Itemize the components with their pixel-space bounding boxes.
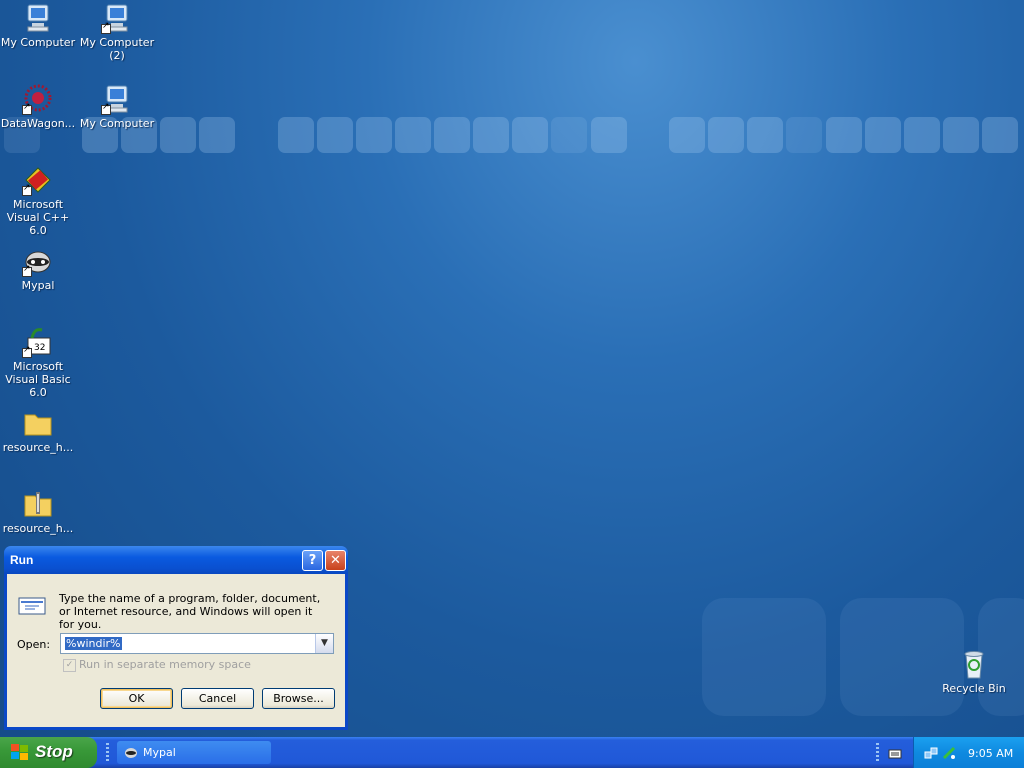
chevron-down-icon[interactable]: ▼ (315, 634, 333, 653)
desktop-icon-mypal[interactable]: Mypal (0, 245, 76, 292)
desktop-icon-label: My Computer (79, 117, 155, 130)
dialog-title-bar[interactable]: Run ? ✕ (4, 546, 348, 574)
checkbox-label: Run in separate memory space (79, 658, 251, 671)
desktop-icon-label: Microsoft Visual C++ 6.0 (6, 198, 70, 237)
shortcut-arrow-icon (101, 21, 111, 34)
taskbar-grip[interactable] (106, 743, 109, 763)
mypal-icon (22, 245, 54, 277)
clock[interactable]: 9:05 AM (968, 747, 1013, 760)
desktop-icon-label: Microsoft Visual Basic 6.0 (5, 360, 71, 399)
separate-memory-checkbox[interactable]: ✓ Run in separate memory space (63, 658, 251, 672)
open-label: Open: (17, 638, 51, 651)
desktop-icon-label: My Computer (2) (79, 36, 155, 62)
computer-shortcut-icon (101, 2, 133, 34)
dialog-body: Type the name of a program, folder, docu… (7, 574, 345, 727)
close-button[interactable]: ✕ (325, 550, 346, 571)
desktop-icon-my-computer[interactable]: My Computer (0, 2, 76, 49)
desktop-icon-label: DataWagon... (0, 117, 76, 130)
shortcut-arrow-icon (101, 102, 111, 115)
computer-icon (22, 2, 54, 34)
shortcut-arrow-icon (22, 102, 32, 115)
desktop-icon-label: Mypal (21, 279, 55, 292)
mypal-icon (124, 745, 138, 759)
desktop-icon-label: Recycle Bin (942, 682, 1006, 695)
visual-cpp-icon (22, 164, 54, 196)
start-button[interactable]: Stop (0, 737, 97, 768)
open-input-value[interactable]: %windir% (65, 637, 122, 650)
desktop-icon-my-computer-3[interactable]: My Computer (79, 83, 155, 130)
windows-logo-icon (11, 744, 29, 761)
desktop-icon-label: resource_h... (2, 522, 74, 535)
desktop-icon-visual-cpp[interactable]: Microsoft Visual C++ 6.0 (0, 164, 76, 237)
dialog-title: Run (10, 553, 34, 567)
desktop-icon-datawagon[interactable]: DataWagon... (0, 83, 76, 130)
computer-shortcut-icon (101, 83, 133, 115)
taskbar-item-label: Mypal (143, 746, 176, 759)
zip-folder-icon (22, 488, 54, 520)
desktop-icon-visual-basic[interactable]: 32 Microsoft Visual Basic 6.0 (0, 326, 76, 399)
desktop-icon-label: resource_h... (2, 441, 74, 454)
folder-icon (22, 407, 54, 439)
desktop-icon-resource-zip[interactable]: resource_h... (0, 488, 76, 535)
cancel-button[interactable]: Cancel (181, 688, 254, 709)
checkbox-icon[interactable]: ✓ (63, 658, 76, 672)
recycle-bin-icon (958, 648, 990, 680)
desktop-icon-recycle-bin[interactable]: Recycle Bin (936, 648, 1012, 695)
network-icon[interactable] (924, 746, 938, 760)
dialog-description: Type the name of a program, folder, docu… (59, 592, 321, 631)
shortcut-arrow-icon (22, 345, 32, 358)
keyboard-icon[interactable] (888, 746, 902, 760)
visual-basic-icon: 32 (22, 326, 54, 358)
svg-text:32: 32 (34, 343, 45, 353)
taskbar: Stop Mypal 9:05 AM (0, 737, 1024, 768)
desktop-icon-my-computer-2[interactable]: My Computer (2) (79, 2, 155, 62)
safely-remove-icon[interactable] (942, 746, 956, 760)
taskbar-grip[interactable] (876, 743, 879, 763)
shortcut-arrow-icon (22, 264, 32, 277)
run-dialog[interactable]: Run ? ✕ Type the name of a program, fold… (4, 546, 348, 730)
desktop-icon-resource-folder[interactable]: resource_h... (0, 407, 76, 454)
start-label: Stop (35, 742, 73, 761)
browse-button[interactable]: Browse... (262, 688, 335, 709)
help-button[interactable]: ? (302, 550, 323, 571)
desktop-icon-label: My Computer (0, 36, 76, 49)
datawagon-icon (22, 83, 54, 115)
open-combobox[interactable]: %windir% ▼ (60, 633, 334, 654)
taskbar-item-mypal[interactable]: Mypal (117, 741, 271, 764)
ok-button[interactable]: OK (100, 688, 173, 709)
system-tray: 9:05 AM (913, 737, 1024, 768)
run-icon (17, 594, 49, 618)
shortcut-arrow-icon (22, 183, 32, 196)
